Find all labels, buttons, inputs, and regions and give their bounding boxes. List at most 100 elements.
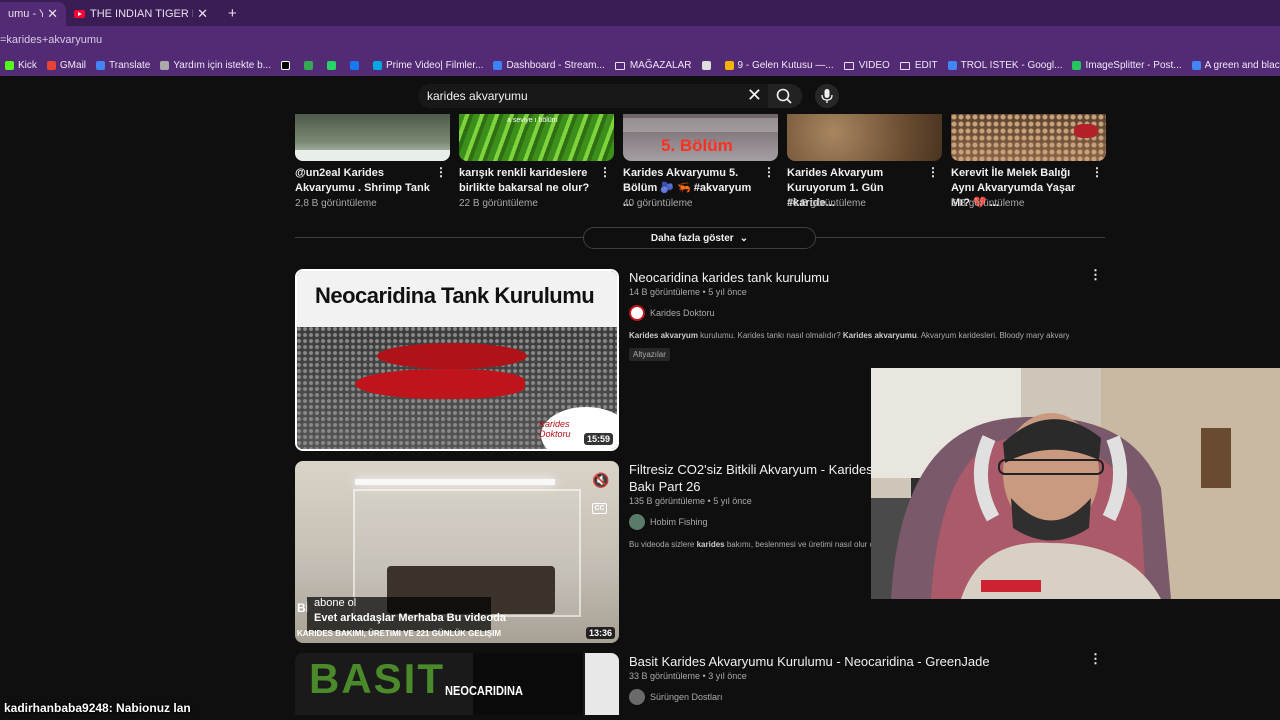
more-options-icon[interactable]: ⋮: [599, 166, 611, 178]
video-thumbnail[interactable]: BASIT NEOCARIDINA: [295, 653, 619, 715]
url-field[interactable]: =karides+akvaryumu: [0, 34, 102, 46]
bookmark-item[interactable]: ImageSplitter - Post...: [1067, 60, 1186, 71]
close-tab-icon[interactable]: ✕: [197, 6, 208, 22]
short-card[interactable]: Karides Akvaryum Kuruyorum 1. Gün #karid…: [787, 114, 942, 209]
bookmark-item[interactable]: Prime Video| Filmler...: [368, 60, 488, 71]
mute-icon[interactable]: 🔇: [592, 472, 609, 489]
short-card[interactable]: Kerevit İle Melek Balığı Aynı Akvaryumda…: [951, 114, 1106, 209]
description-text: Karides akvaryum kurulumu. Karides tankı…: [629, 331, 1069, 340]
more-options-icon[interactable]: ⋮: [763, 166, 775, 178]
bookmark-item[interactable]: EDIT: [895, 60, 943, 71]
browser-tab[interactable]: umu - YouTube ✕: [0, 2, 66, 26]
browser-tab-bar: umu - YouTube ✕ THE INDIAN TIGER MAKES H…: [0, 0, 1280, 26]
bookmark-item[interactable]: Translate: [91, 60, 155, 71]
channel-name[interactable]: Karides Doktoru: [650, 308, 715, 318]
channel-avatar[interactable]: [629, 689, 645, 705]
bookmark-item[interactable]: [322, 61, 345, 70]
bookmark-item[interactable]: 9 - Gelen Kutusu —...: [720, 60, 839, 71]
video-title[interactable]: Neocaridina karides tank kurulumu: [629, 269, 829, 286]
close-tab-icon[interactable]: ✕: [47, 6, 58, 22]
bookmark-label: Dashboard - Stream...: [506, 60, 605, 71]
video-title[interactable]: Basit Karides Akvaryumu Kurulumu - Neoca…: [629, 653, 990, 670]
folder-icon: [843, 61, 854, 70]
bookmark-item[interactable]: Yardım için istekte b...: [155, 60, 276, 71]
browser-tab[interactable]: THE INDIAN TIGER MAKES HIS ✕: [66, 2, 216, 26]
video-thumbnail[interactable]: Neocaridina Tank Kurulumu Karides Doktor…: [295, 269, 619, 451]
drive-icon: [304, 61, 313, 70]
bookmark-label: Yardım için istekte b...: [173, 60, 271, 71]
short-views: 26 B görüntüleme: [787, 198, 866, 209]
microphone-icon: [821, 89, 833, 103]
bookmark-item[interactable]: Kick: [0, 60, 42, 71]
channel-avatar[interactable]: [629, 305, 645, 321]
more-options-icon[interactable]: ⋮: [1091, 166, 1103, 178]
more-options-icon[interactable]: ⋮: [435, 166, 447, 178]
thumbnail-caption: a seviye ı bölüm: [507, 117, 558, 124]
video-thumbnail[interactable]: 🔇 CC Bİ abone ol Evet arkadaşlar Merhaba…: [295, 461, 619, 643]
clear-search-icon[interactable]: ✕: [747, 85, 762, 106]
channel-name[interactable]: Hobim Fishing: [650, 517, 708, 527]
short-thumbnail[interactable]: [295, 114, 450, 161]
channel-link[interactable]: Sürüngen Dostları: [629, 689, 723, 705]
video-meta: 14 B görüntüleme • 5 yıl önce: [629, 287, 747, 297]
search-input[interactable]: karides akvaryumu ✕: [418, 84, 768, 108]
bookmark-item[interactable]: A green and black b...: [1187, 60, 1280, 71]
short-views: 40 görüntüleme: [623, 198, 693, 209]
channel-avatar[interactable]: [629, 514, 645, 530]
short-views: 22 B görüntüleme: [459, 198, 538, 209]
thumbnail-title: Neocaridina Tank Kurulumu: [315, 283, 595, 308]
chat-username: kadirhanbaba9248: [4, 701, 109, 715]
short-thumbnail[interactable]: a seviye ı bölüm: [459, 114, 614, 161]
facebook-icon: [350, 61, 359, 70]
bookmark-item[interactable]: [276, 61, 299, 70]
bookmark-item[interactable]: [697, 61, 720, 70]
thumbnail-caption: 5. Bölüm: [661, 136, 733, 155]
kick-icon: [5, 61, 14, 70]
bookmark-label: A green and black b...: [1204, 60, 1280, 71]
show-more-button[interactable]: Daha fazla göster ⌄: [583, 227, 816, 249]
closed-captions-icon[interactable]: CC: [592, 503, 607, 514]
bookmark-label: TROL ISTEK - Googl...: [960, 60, 1063, 71]
search-icon: [776, 88, 792, 104]
green-app-icon: [327, 61, 336, 70]
gmail-icon: [46, 61, 56, 70]
new-tab-icon[interactable]: +: [228, 2, 237, 26]
video-duration: 15:59: [583, 433, 613, 445]
search-query[interactable]: karides akvaryumu: [427, 89, 528, 103]
bookmark-item[interactable]: VIDEO: [839, 60, 895, 71]
bookmark-item[interactable]: MAĞAZALAR: [610, 60, 697, 71]
folder-icon: [899, 61, 910, 70]
bookmark-item[interactable]: [345, 61, 368, 70]
bookmark-label: Kick: [18, 60, 37, 71]
channel-name[interactable]: Sürüngen Dostları: [650, 692, 723, 702]
search-button[interactable]: [768, 84, 802, 108]
x-icon: [281, 61, 290, 70]
voice-search-button[interactable]: [815, 84, 839, 108]
channel-link[interactable]: Karides Doktoru: [629, 305, 715, 321]
bookmark-label: VIDEO: [858, 60, 890, 71]
bookmark-item[interactable]: TROL ISTEK - Googl...: [943, 60, 1068, 71]
short-thumbnail[interactable]: [787, 114, 942, 161]
caption-overlay: abone ol Evet arkadaşlar Merhaba Bu vide…: [307, 597, 506, 631]
bookmark-label: Prime Video| Filmler...: [386, 60, 484, 71]
short-card[interactable]: @un2eal Karides Akvaryumu . Shrimp Tank …: [295, 114, 450, 209]
channel-link[interactable]: Hobim Fishing: [629, 514, 708, 530]
prime-icon: [373, 61, 382, 70]
bookmark-item[interactable]: Dashboard - Stream...: [488, 60, 609, 71]
video-meta: 135 B görüntüleme • 5 yıl önce: [629, 496, 752, 506]
more-options-icon[interactable]: ⋮: [1089, 268, 1102, 281]
short-thumbnail[interactable]: [951, 114, 1106, 161]
youtube-icon: [74, 10, 85, 18]
show-more-label: Daha fazla göster: [650, 232, 734, 244]
bookmark-label: MAĞAZALAR: [629, 60, 692, 71]
bookmark-item[interactable]: [299, 61, 322, 70]
short-thumbnail[interactable]: 5. Bölüm: [623, 114, 778, 161]
bookmark-item[interactable]: GMail: [42, 60, 91, 71]
video-title[interactable]: Filtresiz CO2'siz Bitkili Akvaryum - Kar…: [629, 461, 873, 495]
short-title[interactable]: @un2eal Karides Akvaryumu . Shrimp Tank: [295, 166, 430, 196]
short-card[interactable]: a seviye ı bölüm karışık renkli karidesl…: [459, 114, 614, 209]
more-options-icon[interactable]: ⋮: [1089, 652, 1102, 665]
short-card[interactable]: 5. Bölüm Karides Akvaryumu 5. Bölüm 🫐 🦐 …: [623, 114, 778, 209]
more-options-icon[interactable]: ⋮: [927, 166, 939, 178]
short-title[interactable]: karışık renkli karideslere birlikte baka…: [459, 166, 594, 196]
